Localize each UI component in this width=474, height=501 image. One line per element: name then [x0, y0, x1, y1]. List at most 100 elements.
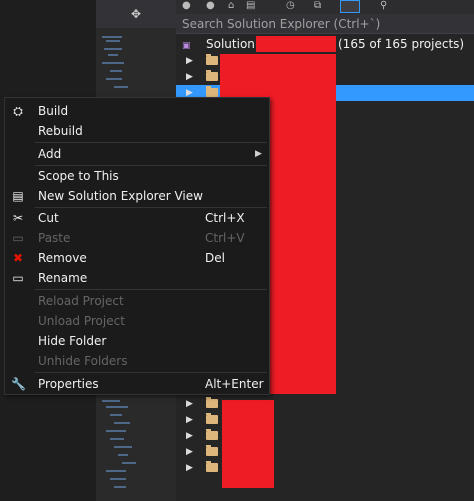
menu-item-hide-folder[interactable]: Hide Folder — [5, 331, 269, 351]
expand-arrow-icon[interactable]: ▶ — [186, 460, 196, 476]
scissors-icon: ✂ — [12, 211, 24, 225]
minimap-code-line — [106, 430, 126, 432]
expand-arrow-icon[interactable]: ▶ — [186, 396, 196, 412]
menu-item-rename[interactable]: ▭ Rename — [5, 268, 269, 288]
solution-icon: ▣ — [182, 41, 191, 51]
menu-item-shortcut: Ctrl+V — [205, 231, 245, 245]
collapse-all-icon[interactable]: ⧉ — [314, 0, 321, 12]
expand-arrow-icon[interactable]: ▶ — [186, 412, 196, 428]
menu-item-label: New Solution Explorer View — [38, 189, 203, 203]
menu-item-scope-to-this[interactable]: Scope to This — [5, 166, 269, 186]
minimap-code-line — [108, 54, 118, 56]
redaction-box — [256, 36, 336, 52]
minimap-code-line — [114, 86, 128, 88]
menu-item-unhide-folders[interactable]: Unhide Folders — [5, 351, 269, 371]
menu-item-shortcut: Del — [205, 251, 225, 265]
folder-icon — [206, 86, 218, 97]
minimap-code-line — [110, 70, 122, 72]
solution-project-count: (165 of 165 projects) — [338, 37, 465, 51]
minimap-code-line — [102, 400, 120, 402]
folder-icon — [206, 461, 218, 472]
minimap-code-line — [106, 78, 122, 80]
folder-icon — [206, 397, 218, 408]
folder-icon — [206, 54, 218, 65]
menu-item-label: Add — [38, 147, 62, 161]
forward-icon[interactable]: ● — [206, 0, 215, 12]
remove-icon: ✖ — [12, 251, 24, 265]
menu-item-shortcut: Ctrl+X — [205, 211, 245, 225]
minimap-code-line — [114, 446, 132, 448]
show-all-files-icon[interactable] — [340, 0, 360, 13]
context-menu: ⛭ Build Rebuild Add ▶ Scope to This ▤ Ne… — [4, 97, 270, 395]
menu-item-new-solution-explorer-view[interactable]: ▤ New Solution Explorer View — [5, 186, 269, 206]
menu-item-label: Rebuild — [38, 124, 83, 138]
expand-arrow-icon[interactable]: ▶ — [186, 428, 196, 444]
minimap-code-line — [102, 62, 124, 64]
menu-item-properties[interactable]: 🔧 Properties Alt+Enter — [5, 374, 269, 394]
search-input[interactable]: Search Solution Explorer (Ctrl+`) — [176, 14, 474, 34]
menu-item-shortcut: Alt+Enter — [205, 377, 264, 391]
minimap-code-line — [106, 470, 126, 472]
new-view-icon: ▤ — [12, 189, 24, 203]
minimap-code-line — [110, 438, 124, 440]
menu-separator — [35, 142, 267, 143]
menu-item-label: Build — [38, 104, 69, 118]
menu-item-cut[interactable]: ✂ Cut Ctrl+X — [5, 208, 269, 228]
home-icon[interactable]: ⌂ — [228, 0, 234, 12]
expand-arrow-icon[interactable]: ▶ — [186, 53, 196, 69]
tree-row[interactable]: ▶ — [176, 428, 474, 444]
split-handle-icon[interactable]: ✥ — [96, 0, 176, 28]
minimap-code-line — [106, 40, 120, 42]
menu-item-label: Rename — [38, 271, 88, 285]
menu-item-label: Cut — [38, 211, 59, 225]
menu-item-build[interactable]: ⛭ Build — [5, 101, 269, 121]
paste-icon: ▭ — [12, 231, 24, 245]
menu-item-reload-project[interactable]: Reload Project — [5, 291, 269, 311]
menu-item-rebuild[interactable]: Rebuild — [5, 121, 269, 141]
tree-row[interactable]: ▶ — [176, 444, 474, 460]
tree-row[interactable]: ▶ — [176, 460, 474, 476]
menu-item-label: Scope to This — [38, 169, 119, 183]
rename-icon: ▭ — [12, 271, 24, 285]
minimap-code-line — [104, 48, 122, 50]
minimap-code-line — [110, 414, 122, 416]
redaction-box — [220, 54, 336, 98]
minimap-code-line — [110, 478, 126, 480]
menu-separator — [35, 289, 267, 290]
tree-row[interactable]: ▶ — [176, 412, 474, 428]
pending-changes-icon[interactable]: ◷ — [286, 0, 295, 12]
menu-item-label: Remove — [38, 251, 87, 265]
minimap-code-line — [106, 406, 128, 408]
folder-icon — [206, 70, 218, 81]
menu-separator — [35, 372, 267, 373]
folder-icon — [206, 429, 218, 440]
solution-explorer-toolbar: ● ● ⌂ ▤ ◷ ⧉ ⚲ — [176, 0, 474, 14]
submenu-arrow-icon: ▶ — [255, 149, 262, 159]
menu-item-remove[interactable]: ✖ Remove Del — [5, 248, 269, 268]
menu-item-label: Unhide Folders — [38, 354, 128, 368]
properties-icon[interactable]: ⚲ — [380, 0, 387, 12]
menu-item-unload-project[interactable]: Unload Project — [5, 311, 269, 331]
minimap-code-line — [102, 36, 122, 38]
menu-item-paste[interactable]: ▭ Paste Ctrl+V — [5, 228, 269, 248]
minimap-code-line — [118, 454, 128, 456]
minimap-code-line — [114, 422, 130, 424]
menu-item-label: Paste — [38, 231, 71, 245]
menu-item-label: Properties — [38, 377, 99, 391]
redaction-box — [222, 400, 274, 488]
folder-icon — [206, 413, 218, 424]
menu-item-label: Reload Project — [38, 294, 124, 308]
menu-item-label: Unload Project — [38, 314, 125, 328]
back-icon[interactable]: ● — [182, 0, 191, 12]
expand-arrow-icon[interactable]: ▶ — [186, 69, 196, 85]
expand-arrow-icon[interactable]: ▶ — [186, 444, 196, 460]
menu-item-label: Hide Folder — [38, 334, 107, 348]
minimap-code-line — [114, 486, 126, 488]
menu-item-add[interactable]: Add ▶ — [5, 144, 269, 164]
solution-label: Solution ' — [206, 37, 262, 51]
tree-row[interactable]: ▶ — [176, 396, 474, 412]
minimap-code-line — [122, 462, 136, 464]
build-icon: ⛭ — [13, 104, 23, 118]
folder-icon — [206, 445, 218, 456]
switch-views-icon[interactable]: ▤ — [246, 0, 255, 12]
